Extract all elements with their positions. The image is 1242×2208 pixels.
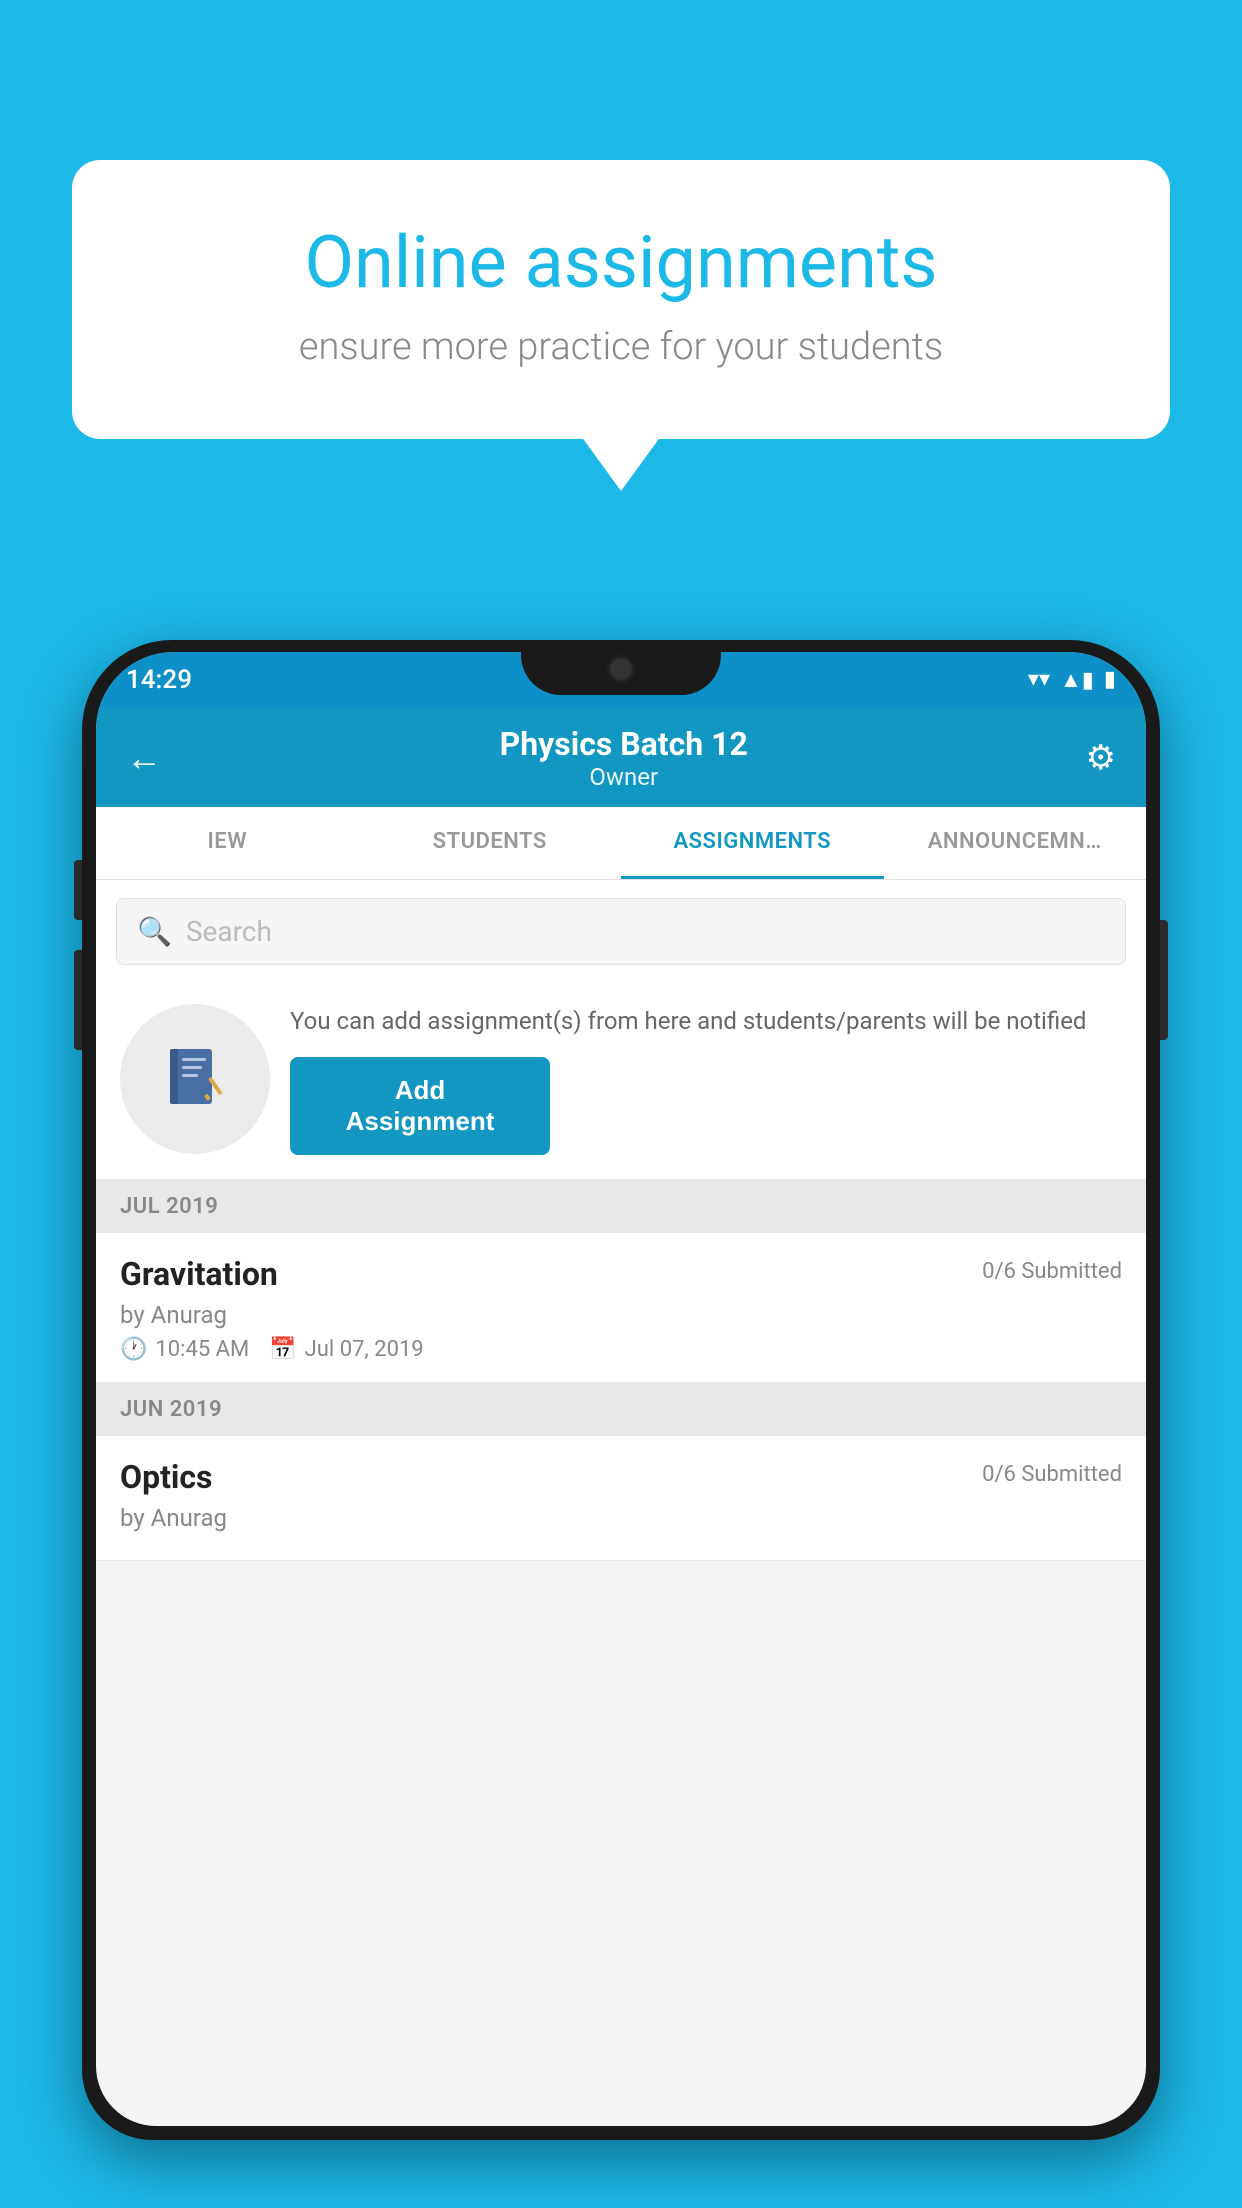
search-bar[interactable]: 🔍 Search: [116, 898, 1126, 965]
status-icons: ▾▾ ▲▮ ▮: [1028, 667, 1116, 693]
back-button[interactable]: ←: [126, 737, 162, 779]
speech-bubble-title: Online assignments: [152, 220, 1090, 305]
assignment-gravitation-top: Gravitation 0/6 Submitted: [120, 1255, 1122, 1293]
promo-icon-circle: [120, 1004, 270, 1154]
assignment-gravitation-time: 🕐 10:45 AM: [120, 1337, 249, 1362]
content-area: 🔍 Search: [96, 880, 1146, 1561]
tabs-bar: IEW STUDENTS ASSIGNMENTS ANNOUNCEMN…: [96, 807, 1146, 880]
wifi-icon: ▾▾: [1028, 667, 1050, 692]
promo-description: You can add assignment(s) from here and …: [290, 1003, 1122, 1039]
speech-bubble: Online assignments ensure more practice …: [72, 160, 1170, 439]
assignment-optics-submitted: 0/6 Submitted: [982, 1462, 1122, 1487]
battery-icon: ▮: [1104, 667, 1116, 692]
add-assignment-button[interactable]: Add Assignment: [290, 1057, 550, 1155]
assignment-gravitation-date: 📅 Jul 07, 2019: [269, 1337, 423, 1362]
assignment-gravitation-meta: 🕐 10:45 AM 📅 Jul 07, 2019: [120, 1337, 1122, 1362]
app-header: ← Physics Batch 12 Owner ⚙: [96, 707, 1146, 807]
header-title-area: Physics Batch 12 Owner: [500, 725, 748, 791]
calendar-icon: 📅: [269, 1337, 296, 1362]
assignment-optics-top: Optics 0/6 Submitted: [120, 1458, 1122, 1496]
header-subtitle: Owner: [500, 763, 748, 791]
speech-bubble-container: Online assignments ensure more practice …: [72, 160, 1170, 439]
clock-icon: 🕐: [120, 1337, 147, 1362]
assignment-optics[interactable]: Optics 0/6 Submitted by Anurag: [96, 1436, 1146, 1561]
settings-button[interactable]: ⚙: [1086, 738, 1116, 778]
promo-section: You can add assignment(s) from here and …: [96, 983, 1146, 1180]
assignment-optics-author: by Anurag: [120, 1504, 1122, 1532]
phone-screen: 14:29 ▾▾ ▲▮ ▮ ← Physics Batch 12 Owner ⚙…: [96, 652, 1146, 2126]
assignment-gravitation-title: Gravitation: [120, 1255, 278, 1293]
assignment-gravitation-author: by Anurag: [120, 1301, 1122, 1329]
tab-iew[interactable]: IEW: [96, 807, 359, 879]
section-jul-2019-label: JUL 2019: [120, 1194, 218, 1219]
assignment-optics-title: Optics: [120, 1458, 212, 1496]
section-jun-2019-label: JUN 2019: [120, 1397, 222, 1422]
search-container: 🔍 Search: [96, 880, 1146, 983]
assignment-gravitation-date-value: Jul 07, 2019: [305, 1337, 424, 1362]
phone-notch: [521, 640, 721, 695]
phone-outer: 14:29 ▾▾ ▲▮ ▮ ← Physics Batch 12 Owner ⚙…: [82, 640, 1160, 2140]
signal-icon: ▲▮: [1060, 667, 1094, 693]
section-jun-2019: JUN 2019: [96, 1383, 1146, 1436]
assignment-gravitation-time-value: 10:45 AM: [155, 1337, 249, 1362]
phone-side-left-vol-up: [74, 860, 82, 920]
tab-announcements[interactable]: ANNOUNCEMN…: [884, 807, 1147, 879]
phone-container: 14:29 ▾▾ ▲▮ ▮ ← Physics Batch 12 Owner ⚙…: [82, 640, 1160, 2208]
notebook-icon: [160, 1044, 230, 1114]
promo-content: You can add assignment(s) from here and …: [290, 1003, 1122, 1155]
phone-side-left-vol-down: [74, 950, 82, 1050]
assignment-gravitation-submitted: 0/6 Submitted: [982, 1259, 1122, 1284]
assignment-gravitation[interactable]: Gravitation 0/6 Submitted by Anurag 🕐 10…: [96, 1233, 1146, 1383]
section-jul-2019: JUL 2019: [96, 1180, 1146, 1233]
status-time: 14:29: [126, 665, 192, 695]
phone-camera: [607, 655, 635, 683]
tab-assignments[interactable]: ASSIGNMENTS: [621, 807, 884, 879]
phone-side-right-power: [1160, 920, 1168, 1040]
search-placeholder: Search: [186, 915, 272, 948]
tab-students[interactable]: STUDENTS: [359, 807, 622, 879]
search-icon: 🔍: [137, 915, 172, 948]
speech-bubble-subtitle: ensure more practice for your students: [152, 325, 1090, 369]
header-title: Physics Batch 12: [500, 725, 748, 763]
